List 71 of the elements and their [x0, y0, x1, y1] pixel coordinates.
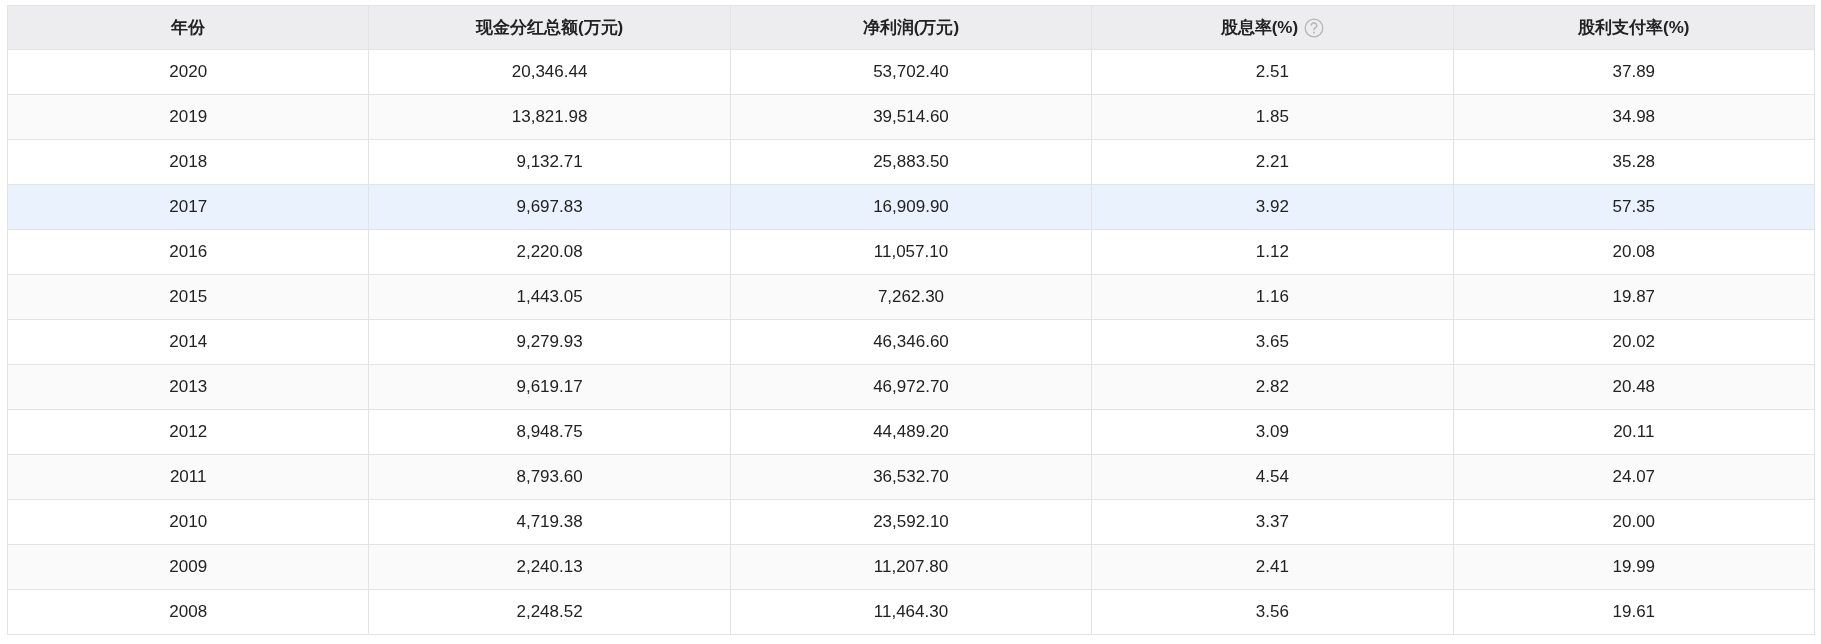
table-cell: 2.41 [1091, 544, 1454, 590]
column-header: 净利润(万元) [730, 5, 1092, 50]
table-cell: 3.37 [1091, 499, 1454, 545]
table-cell: 19.87 [1453, 274, 1815, 320]
table-cell: 2010 [7, 499, 369, 545]
table-cell: 9,619.17 [368, 364, 731, 410]
table-cell: 2012 [7, 409, 369, 455]
table-cell: 39,514.60 [730, 94, 1092, 140]
table-cell: 3.92 [1091, 184, 1454, 230]
table-cell: 46,346.60 [730, 319, 1092, 365]
table-cell: 19.99 [1453, 544, 1815, 590]
table-cell: 20.11 [1453, 409, 1815, 455]
column-header: 年份 [7, 5, 369, 50]
table-cell: 2009 [7, 544, 369, 590]
table-cell: 57.35 [1453, 184, 1815, 230]
table-cell: 2017 [7, 184, 369, 230]
table-cell: 35.28 [1453, 139, 1815, 185]
table-cell: 3.65 [1091, 319, 1454, 365]
table-cell: 2,248.52 [368, 589, 731, 635]
table-cell: 19.61 [1453, 589, 1815, 635]
table-cell: 2018 [7, 139, 369, 185]
table-cell: 13,821.98 [368, 94, 731, 140]
table-cell: 2014 [7, 319, 369, 365]
table-cell: 20.00 [1453, 499, 1815, 545]
table-cell: 3.09 [1091, 409, 1454, 455]
table-cell: 2020 [7, 49, 369, 95]
table-cell: 36,532.70 [730, 454, 1092, 500]
column-header: 股利支付率(%) [1453, 5, 1815, 50]
table-cell: 34.98 [1453, 94, 1815, 140]
table-cell: 20,346.44 [368, 49, 731, 95]
table-cell: 23,592.10 [730, 499, 1092, 545]
table-cell: 8,793.60 [368, 454, 731, 500]
table-cell: 1.16 [1091, 274, 1454, 320]
table-cell: 4.54 [1091, 454, 1454, 500]
table-cell: 1,443.05 [368, 274, 731, 320]
table-cell: 2011 [7, 454, 369, 500]
table-cell: 2.21 [1091, 139, 1454, 185]
table-cell: 1.85 [1091, 94, 1454, 140]
table-cell: 2015 [7, 274, 369, 320]
table-cell: 7,262.30 [730, 274, 1092, 320]
table-cell: 2,220.08 [368, 229, 731, 275]
table-cell: 2013 [7, 364, 369, 410]
table-cell: 46,972.70 [730, 364, 1092, 410]
table-cell: 1.12 [1091, 229, 1454, 275]
table-cell: 2.51 [1091, 49, 1454, 95]
table-cell: 20.08 [1453, 229, 1815, 275]
table-cell: 20.02 [1453, 319, 1815, 365]
table-cell: 16,909.90 [730, 184, 1092, 230]
help-icon[interactable] [1304, 17, 1325, 38]
table-cell: 2008 [7, 589, 369, 635]
column-header: 现金分红总额(万元) [368, 5, 731, 50]
column-header: 股息率(%) [1220, 17, 1299, 39]
table-cell: 2019 [7, 94, 369, 140]
table-cell: 11,057.10 [730, 229, 1092, 275]
table-cell: 9,132.71 [368, 139, 731, 185]
table-cell: 44,489.20 [730, 409, 1092, 455]
table-cell: 11,464.30 [730, 589, 1092, 635]
table-cell: 2,240.13 [368, 544, 731, 590]
table-cell: 4,719.38 [368, 499, 731, 545]
table-cell: 11,207.80 [730, 544, 1092, 590]
table-cell: 2.82 [1091, 364, 1454, 410]
table-cell: 9,697.83 [368, 184, 731, 230]
table-cell: 2016 [7, 229, 369, 275]
table-cell: 53,702.40 [730, 49, 1092, 95]
table-cell: 25,883.50 [730, 139, 1092, 185]
table-cell: 3.56 [1091, 589, 1454, 635]
table-cell: 37.89 [1453, 49, 1815, 95]
table-cell: 20.48 [1453, 364, 1815, 410]
table-cell: 8,948.75 [368, 409, 731, 455]
table-cell: 24.07 [1453, 454, 1815, 500]
table-cell: 9,279.93 [368, 319, 731, 365]
